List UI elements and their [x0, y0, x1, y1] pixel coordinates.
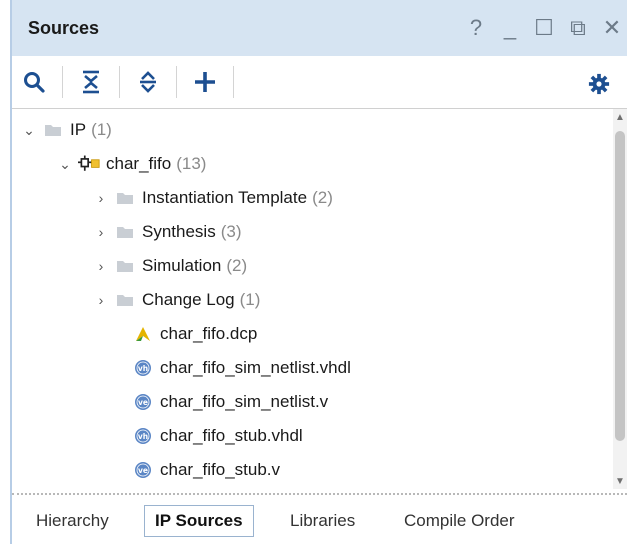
tree-item-label: Synthesis [142, 222, 216, 241]
tree-item-label: char_fifo_sim_netlist.v [160, 392, 329, 411]
tree-item-char-fifo-sim-netlist-vhdl[interactable]: vh char_fifo_sim_netlist.vhdl [12, 351, 613, 385]
tree-item-char-fifo-dcp[interactable]: char_fifo.dcp [12, 317, 613, 351]
tree-item-count: (3) [220, 222, 242, 241]
toolbar-separator [176, 66, 177, 98]
tree-item-count: (2) [312, 188, 333, 207]
scroll-down-icon[interactable]: ▼ [613, 473, 627, 489]
search-button[interactable] [12, 62, 56, 102]
tree-item-label: Simulation [142, 256, 222, 275]
ip-core-icon [78, 153, 100, 175]
dcp-file-icon [132, 323, 154, 345]
toolbar [12, 56, 627, 109]
add-icon [195, 72, 215, 92]
panel-title: Sources [28, 17, 100, 38]
minimize-icon[interactable]: _ [497, 14, 523, 42]
tree-item-simulation[interactable]: › Simulation (2) [12, 249, 613, 283]
tree-item-ip[interactable]: ⌄ IP (1) [12, 113, 613, 147]
tree-item-label: IP [70, 120, 87, 139]
svg-text:vh: vh [138, 432, 148, 441]
tree-item-label: char_fifo_stub.v [160, 460, 281, 479]
collapse-all-button[interactable] [69, 62, 113, 102]
panel-header: Sources ? _ ☐ ⧉ ✕ [12, 0, 627, 56]
add-sources-button[interactable] [183, 62, 227, 102]
tree-item-label: char_fifo.dcp [160, 324, 258, 343]
tree-item-change-log[interactable]: › Change Log (1) [12, 283, 613, 317]
tab-libraries[interactable]: Libraries [280, 505, 365, 537]
folder-icon [114, 255, 136, 277]
sources-tree: ⌄ IP (1) ⌄ char_fifo (13) › Instantiatio… [12, 109, 613, 489]
tab-hierarchy[interactable]: Hierarchy [26, 505, 119, 537]
search-icon [24, 72, 45, 93]
close-icon[interactable]: ✕ [599, 14, 625, 42]
vertical-scrollbar[interactable]: ▲ ▼ [613, 109, 627, 489]
folder-icon [42, 119, 64, 141]
scroll-up-icon[interactable]: ▲ [613, 109, 627, 125]
chevron-down-icon[interactable]: ⌄ [56, 156, 74, 173]
window-controls: ? _ ☐ ⧉ ✕ [463, 14, 625, 42]
scrollbar-thumb[interactable] [615, 131, 625, 441]
expand-all-button[interactable] [126, 62, 170, 102]
chevron-right-icon[interactable]: › [92, 292, 110, 308]
bottom-tab-bar: Hierarchy IP Sources Libraries Compile O… [12, 493, 627, 546]
settings-button[interactable] [577, 64, 621, 104]
tree-item-char-fifo-stub-v[interactable]: ve char_fifo_stub.v [12, 453, 613, 487]
tree-item-synthesis[interactable]: › Synthesis (3) [12, 215, 613, 249]
toolbar-separator [62, 66, 63, 98]
tab-ip-sources[interactable]: IP Sources [144, 505, 254, 537]
gear-icon [588, 73, 610, 95]
tree-item-char-fifo-stub-vhdl[interactable]: vh char_fifo_stub.vhdl [12, 419, 613, 453]
help-icon[interactable]: ? [463, 14, 489, 42]
tree-item-count: (13) [176, 154, 207, 173]
toolbar-separator [233, 66, 234, 98]
svg-text:ve: ve [138, 398, 148, 407]
sources-panel: Sources ? _ ☐ ⧉ ✕ ⌄ IP (1) ⌄ char_fifo (… [10, 0, 627, 546]
toolbar-separator [119, 66, 120, 98]
tree-item-label: Change Log [142, 290, 235, 309]
chevron-down-icon[interactable]: ⌄ [20, 122, 38, 139]
float-icon[interactable]: ⧉ [565, 14, 591, 42]
chevron-right-icon[interactable]: › [92, 258, 110, 274]
tree-item-instantiation-template[interactable]: › Instantiation Template (2) [12, 181, 613, 215]
chevron-right-icon[interactable]: › [92, 224, 110, 240]
tree-item-char-fifo-sim-netlist-v[interactable]: ve char_fifo_sim_netlist.v [12, 385, 613, 419]
collapse-all-icon [83, 70, 99, 94]
expand-all-icon [140, 71, 156, 93]
vhdl-file-icon: vh [132, 357, 154, 379]
verilog-file-icon: ve [132, 459, 154, 481]
svg-text:ve: ve [138, 466, 148, 475]
vhdl-file-icon: vh [132, 425, 154, 447]
maximize-icon[interactable]: ☐ [531, 14, 557, 42]
folder-icon [114, 187, 136, 209]
tree-item-char-fifo[interactable]: ⌄ char_fifo (13) [12, 147, 613, 181]
folder-icon [114, 221, 136, 243]
tree-item-count: (1) [91, 120, 112, 139]
tree-item-count: (1) [239, 290, 261, 309]
tree-item-label: Instantiation Template [142, 188, 308, 207]
svg-text:vh: vh [138, 364, 148, 373]
folder-icon [114, 289, 136, 311]
tree-item-label: char_fifo_stub.vhdl [160, 426, 303, 445]
tree-item-count: (2) [226, 256, 248, 275]
tree-item-label: char_fifo [106, 154, 172, 173]
tab-compile-order[interactable]: Compile Order [394, 505, 525, 537]
chevron-right-icon[interactable]: › [92, 190, 110, 206]
tree-item-label: char_fifo_sim_netlist.vhdl [160, 358, 351, 377]
verilog-file-icon: ve [132, 391, 154, 413]
